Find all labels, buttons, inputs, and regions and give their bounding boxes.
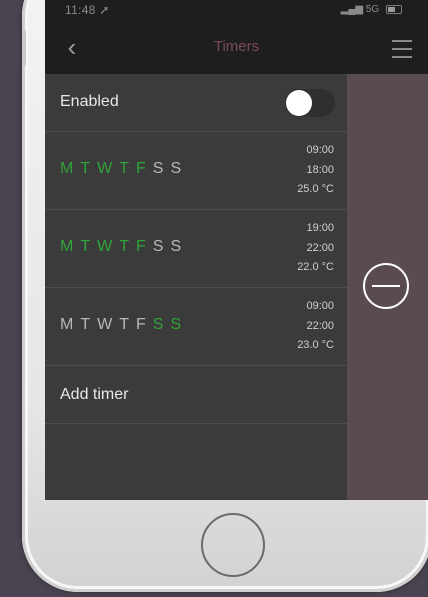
timer-days: MTWTFSS	[60, 160, 188, 178]
day-letter: F	[136, 316, 146, 333]
add-timer-label: Add timer	[60, 386, 129, 403]
status-time: 11:48 ➚	[65, 3, 110, 17]
minus-circle-icon	[372, 285, 400, 287]
day-letter: S	[152, 316, 164, 333]
network-type: 5G	[365, 4, 380, 15]
timer-start: 09:00	[306, 144, 334, 156]
day-letter: W	[97, 316, 113, 333]
day-letter: S	[152, 160, 164, 177]
timer-start: 09:00	[306, 300, 334, 312]
day-letter: M	[60, 316, 74, 333]
day-letter: S	[170, 238, 182, 255]
status-bar: 11:48 ➚ ▂▄▆ 5G	[45, 0, 428, 22]
timer-temp: 22.0 °C	[297, 261, 334, 273]
day-letter: T	[80, 160, 91, 177]
menu-button[interactable]	[392, 40, 412, 58]
enabled-toggle[interactable]	[285, 89, 335, 117]
timer-list: Enabled M T W T F S S 09:00 18:00 25.0 °C M T W T F S S 1…	[45, 74, 347, 500]
timer-schedule: 09:00 18:00 25.0 °C	[297, 141, 334, 200]
day-letter: T	[119, 316, 129, 333]
nav-bar: ‹ Timers	[45, 22, 428, 74]
battery-icon	[386, 4, 402, 14]
timer-schedule: 09:00 22:00 23.0 °C	[297, 297, 334, 356]
timer-end: 18:00	[306, 163, 334, 176]
home-button[interactable]	[201, 513, 265, 577]
timer-days: MTWTFSS	[60, 316, 188, 334]
day-letter: W	[97, 238, 113, 255]
timer-end: 22:00	[306, 319, 334, 332]
timer-start: 19:00	[306, 222, 334, 234]
enabled-label: Enabled	[60, 93, 119, 110]
timer-temp: 23.0 °C	[297, 339, 334, 351]
add-timer-row[interactable]: Add timer	[45, 366, 347, 424]
day-letter: W	[97, 160, 113, 177]
menu-icon	[392, 40, 412, 42]
timer-row[interactable]: M T W T F S S 09:00 22:00 23.0 °C	[45, 288, 347, 366]
day-letter: S	[170, 316, 182, 333]
status-indicators: ▂▄▆ 5G	[341, 4, 402, 15]
timer-end: 22:00	[306, 241, 334, 254]
day-letter: M	[60, 238, 74, 255]
timer-days: MTWTFSS	[60, 238, 188, 256]
location-icon: ➚	[99, 3, 110, 17]
day-letter: S	[170, 160, 182, 177]
timer-temp: 25.0 °C	[297, 183, 334, 195]
day-letter: M	[60, 160, 74, 177]
signal-icon: ▂▄▆	[340, 4, 364, 15]
delete-timer-button[interactable]	[363, 263, 409, 309]
day-letter: F	[136, 238, 146, 255]
day-letter: T	[119, 160, 129, 177]
enabled-row: Enabled	[45, 74, 347, 132]
day-letter: T	[80, 316, 91, 333]
side-button	[22, 30, 26, 66]
delete-panel	[347, 74, 428, 500]
day-letter: T	[80, 238, 91, 255]
timer-row[interactable]: M T W T F S S 19:00 22:00 22.0 °C	[45, 210, 347, 288]
day-letter: S	[152, 238, 164, 255]
timer-row[interactable]: M T W T F S S 09:00 18:00 25.0 °C	[45, 132, 347, 210]
day-letter: T	[119, 238, 129, 255]
timer-schedule: 19:00 22:00 22.0 °C	[297, 219, 334, 278]
day-letter: F	[136, 160, 146, 177]
app-screen: 11:48 ➚ ▂▄▆ 5G ‹ Timers Enabled MTWTFSS0…	[45, 0, 428, 500]
page-title: Timers	[213, 38, 260, 55]
toggle-knob	[286, 90, 312, 116]
